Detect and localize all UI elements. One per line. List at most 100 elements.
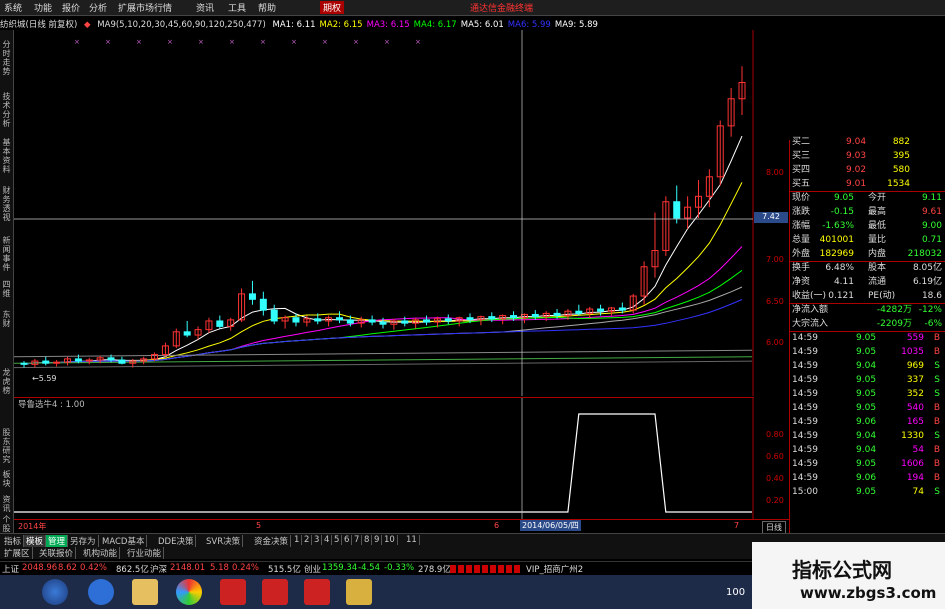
ma-dropdown-icon[interactable]: ◆ xyxy=(84,20,91,30)
top-marker: × xyxy=(291,38,297,46)
candle-body xyxy=(216,320,224,327)
menu-function[interactable]: 功能 xyxy=(34,1,52,14)
indicator-chart[interactable] xyxy=(14,397,754,520)
side-tab-technical[interactable]: 技术分析 xyxy=(1,92,12,128)
quote-row: 总量 401001 量比 0.71 xyxy=(790,234,945,247)
tick-price: 9.05 xyxy=(856,389,877,399)
side-tab-dragon-tiger[interactable]: 龙虎榜 xyxy=(1,368,12,395)
menu-news[interactable]: 资讯 xyxy=(196,1,214,14)
indicator-tab[interactable]: 4 xyxy=(322,535,333,545)
ma-line xyxy=(23,182,743,365)
quote-row: 换手 6.48% 股本 8.05亿 xyxy=(790,262,945,275)
quote-row: 涨幅 -1.63% 最低 9.00 xyxy=(790,220,945,233)
low-price-label: ←5.59 xyxy=(32,374,57,383)
tick-price: 9.05 xyxy=(856,333,877,343)
extension-tab[interactable]: 机构动能 xyxy=(81,547,121,559)
indicator-tab[interactable]: 管理 xyxy=(46,535,69,547)
cy-label: 创业 xyxy=(304,565,322,575)
side-tab-stock[interactable]: 个股 xyxy=(1,515,12,533)
indicator-tab[interactable]: 另存为 xyxy=(68,535,99,547)
stat-value: -1.63% xyxy=(822,221,854,231)
media-icon[interactable] xyxy=(176,579,202,605)
indicator-tab[interactable]: 8 xyxy=(362,535,373,545)
menu-bar: 系统 功能 报价 分析 扩展市场行情 资讯 工具 帮助 期权 通达信金融终端 xyxy=(0,0,945,16)
quote-row: 14:59 9.06 194 B xyxy=(790,472,945,485)
ma-item: MA1: 6.11 xyxy=(272,20,316,30)
cy-change: -4.54 xyxy=(358,563,380,573)
tick-time: 14:59 xyxy=(792,333,818,343)
indicator-tab[interactable]: 10 xyxy=(382,535,398,545)
indicator-tab[interactable]: 模板 xyxy=(24,535,47,547)
tick-time: 15:00 xyxy=(792,487,818,497)
extension-tab[interactable]: 扩展区 xyxy=(2,547,33,559)
side-tab-eastmoney[interactable]: 东财 xyxy=(1,310,12,328)
tick-price: 9.04 xyxy=(856,361,877,371)
menu-help[interactable]: 帮助 xyxy=(258,1,276,14)
tick-time: 14:59 xyxy=(792,473,818,483)
side-tab-news2[interactable]: 资讯 xyxy=(1,495,12,513)
indicator-tab[interactable]: 资金决策 xyxy=(252,535,292,547)
quote-row: 涨跌 -0.15 最高 9.61 xyxy=(790,206,945,219)
extension-tab[interactable]: 行业动能 xyxy=(125,547,165,559)
candle-body xyxy=(444,318,452,322)
tick-volume: 1330 xyxy=(901,431,924,441)
side-tab-shareholders[interactable]: 股东研究 xyxy=(1,428,12,464)
indicator-tab[interactable]: 3 xyxy=(312,535,323,545)
left-side-tabs: 分时走势 技术分析 基本资料 财务透视 新闻事件 四维 东财 龙虎榜 股东研究 … xyxy=(0,30,14,535)
indicator-tab[interactable]: 6 xyxy=(342,535,353,545)
date-label: 6 xyxy=(494,521,500,530)
watermark-logo: 指标公式网 www.zbgs3.com xyxy=(752,542,945,609)
indicator-tab[interactable]: SVR决策 xyxy=(204,535,244,547)
tick-direction: B xyxy=(933,473,940,483)
app-icon[interactable] xyxy=(262,579,288,605)
tick-volume: 337 xyxy=(906,375,924,385)
quote-row: 收益(一) 0.121 PE(动) 18.6 xyxy=(790,290,945,303)
app-icon-3[interactable] xyxy=(346,579,372,605)
indicator-tab[interactable]: 指标 xyxy=(2,535,25,547)
quote-row: 14:59 9.04 969 S xyxy=(790,360,945,373)
candle-body xyxy=(42,360,50,364)
stat-value: 182969 xyxy=(819,249,854,259)
tick-time: 14:59 xyxy=(792,431,818,441)
folder-icon[interactable] xyxy=(132,579,158,605)
menu-system[interactable]: 系统 xyxy=(4,1,22,14)
menu-options[interactable]: 期权 xyxy=(320,1,345,14)
indicator-tab[interactable]: 5 xyxy=(332,535,343,545)
tdx-icon[interactable] xyxy=(220,579,246,605)
sh-amount: 862.5亿 xyxy=(116,565,149,575)
side-tab-finance[interactable]: 财务透视 xyxy=(1,186,12,222)
quote-row: 买二 9.04 882 xyxy=(790,136,945,149)
indicator-tab[interactable]: DDE决策 xyxy=(156,535,197,547)
vip-label: VIP_招商广州2 xyxy=(526,565,584,575)
side-tab-sector[interactable]: 板块 xyxy=(1,470,12,488)
menu-tools[interactable]: 工具 xyxy=(228,1,246,14)
indicator-tab[interactable]: 7 xyxy=(352,535,363,545)
menu-extended-market[interactable]: 扩展市场行情 xyxy=(118,1,172,14)
date-label: 5 xyxy=(256,521,262,530)
indicator-tab[interactable]: MACD基本 xyxy=(100,535,148,547)
candlestick-chart[interactable]: ←5.59 × × × × × × × × × × × × xyxy=(14,30,754,396)
side-tab-4d[interactable]: 四维 xyxy=(1,280,12,298)
side-tab-intraday[interactable]: 分时走势 xyxy=(1,40,12,76)
menu-quote[interactable]: 报价 xyxy=(62,1,80,14)
ie-icon[interactable] xyxy=(88,579,114,605)
side-tab-fundamentals[interactable]: 基本资料 xyxy=(1,138,12,174)
tick-time: 14:59 xyxy=(792,347,818,357)
side-tab-news[interactable]: 新闻事件 xyxy=(1,236,12,272)
ma-line xyxy=(23,269,743,365)
indicator-tab[interactable]: 2 xyxy=(302,535,313,545)
app-icon-2[interactable] xyxy=(304,579,330,605)
candle-body xyxy=(401,320,409,324)
hs-label: 沪深 xyxy=(150,565,168,575)
extension-tab[interactable]: 关联报价 xyxy=(37,547,77,559)
stat-value: 0.121 xyxy=(828,291,854,301)
indicator-tab[interactable]: 1 xyxy=(292,535,303,545)
indicator-tab[interactable]: 11 xyxy=(404,535,420,545)
indicator-tab[interactable]: 9 xyxy=(372,535,383,545)
buy-level-volume: 395 xyxy=(892,151,910,161)
candle-body xyxy=(531,313,539,318)
start-icon[interactable] xyxy=(42,579,68,605)
tick-price: 9.05 xyxy=(856,375,877,385)
sh-label: 上证 xyxy=(2,565,20,575)
menu-analysis[interactable]: 分析 xyxy=(89,1,107,14)
